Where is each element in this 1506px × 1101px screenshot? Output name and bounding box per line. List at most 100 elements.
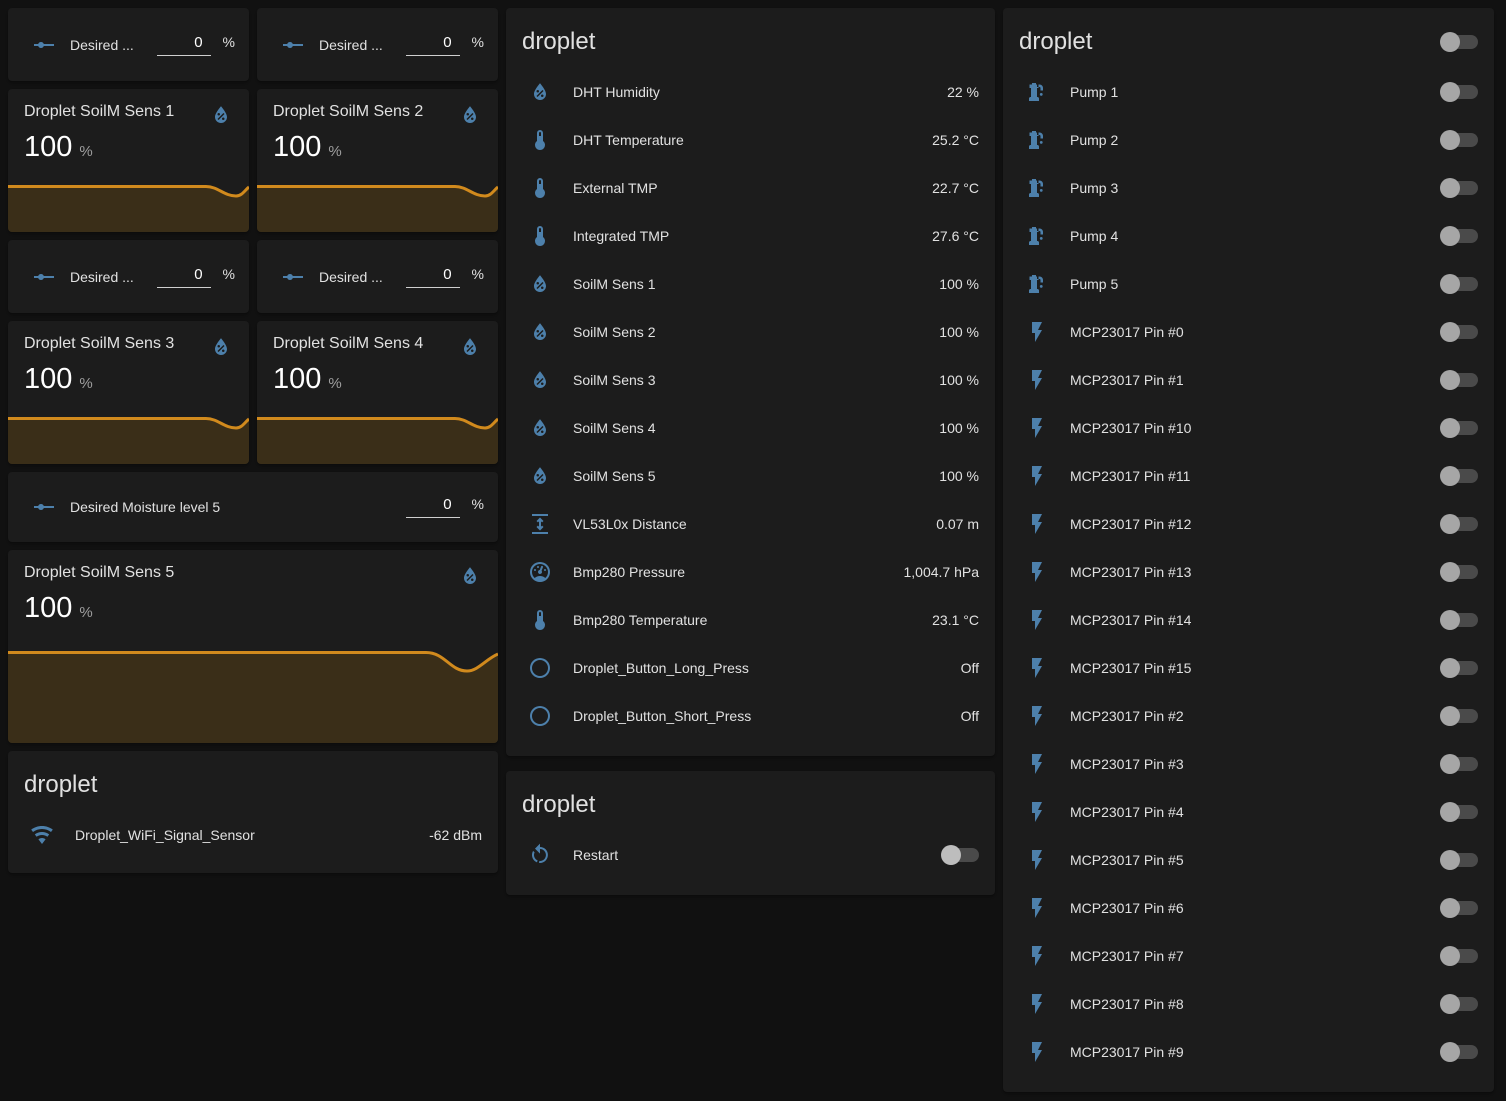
switch-row[interactable]: Pump 4: [1019, 212, 1478, 260]
desired-value-field[interactable]: 0: [157, 34, 211, 56]
entity-row[interactable]: Droplet_Button_Short_Press Off: [522, 692, 979, 740]
switch-row[interactable]: MCP23017 Pin #5: [1019, 836, 1478, 884]
entity-row[interactable]: Bmp280 Temperature 23.1 °C: [522, 596, 979, 644]
switch-row[interactable]: MCP23017 Pin #6: [1019, 884, 1478, 932]
switch-row[interactable]: MCP23017 Pin #2: [1019, 692, 1478, 740]
soil-moisture-sensor-card-2[interactable]: Droplet SoilM Sens 2 100 %: [257, 89, 498, 232]
entity-name: SoilM Sens 5: [573, 468, 655, 484]
switch-row[interactable]: MCP23017 Pin #3: [1019, 740, 1478, 788]
toggle[interactable]: [1440, 418, 1478, 438]
toggle[interactable]: [1440, 850, 1478, 870]
desired-input[interactable]: 0 %: [406, 496, 484, 518]
switch-row[interactable]: MCP23017 Pin #8: [1019, 980, 1478, 1028]
toggle[interactable]: [1440, 562, 1478, 582]
desired-value-field[interactable]: 0: [157, 266, 211, 288]
switch-row[interactable]: Pump 3: [1019, 164, 1478, 212]
entity-row[interactable]: Droplet_WiFi_Signal_Sensor -62 dBm: [24, 811, 482, 859]
toggle[interactable]: [1440, 658, 1478, 678]
water-percent-icon: [528, 320, 552, 344]
toggle[interactable]: [1440, 946, 1478, 966]
entity-row[interactable]: SoilM Sens 4 100 %: [522, 404, 979, 452]
toggle[interactable]: [1440, 130, 1478, 150]
entity-row[interactable]: Integrated TMP 27.6 °C: [522, 212, 979, 260]
flash-icon: [1025, 992, 1049, 1016]
entity-row[interactable]: SoilM Sens 1 100 %: [522, 260, 979, 308]
toggle[interactable]: [1440, 274, 1478, 294]
desired-input[interactable]: 0 %: [157, 34, 235, 56]
toggle[interactable]: [1440, 514, 1478, 534]
entity-row-restart[interactable]: Restart: [522, 831, 979, 879]
radiobox-blank-icon: [528, 704, 552, 728]
switch-row[interactable]: MCP23017 Pin #4: [1019, 788, 1478, 836]
desired-value-field[interactable]: 0: [406, 34, 460, 56]
entity-name: MCP23017 Pin #4: [1070, 804, 1184, 820]
desired-unit: %: [472, 496, 484, 512]
all-switches-toggle[interactable]: [1440, 32, 1478, 52]
entity-value: Off: [961, 708, 979, 724]
entity-name: Pump 2: [1070, 132, 1118, 148]
desired-row-2: Desired ... 0 % Desired ... 0 %: [8, 240, 498, 313]
switch-row[interactable]: Pump 5: [1019, 260, 1478, 308]
desired-value-field[interactable]: 0: [406, 496, 460, 518]
entity-name: MCP23017 Pin #8: [1070, 996, 1184, 1012]
switch-row[interactable]: Pump 1: [1019, 68, 1478, 116]
toggle[interactable]: [1440, 322, 1478, 342]
toggle[interactable]: [1440, 1042, 1478, 1062]
desired-input[interactable]: 0 %: [157, 266, 235, 288]
switch-row[interactable]: MCP23017 Pin #14: [1019, 596, 1478, 644]
entity-value: -62 dBm: [429, 827, 482, 843]
desired-input[interactable]: 0 %: [406, 34, 484, 56]
soil-moisture-sensor-card-5[interactable]: Droplet SoilM Sens 5 100 %: [8, 550, 498, 743]
flash-icon: [1025, 320, 1049, 344]
flash-icon: [1025, 752, 1049, 776]
restart-toggle[interactable]: [941, 845, 979, 865]
toggle[interactable]: [1440, 898, 1478, 918]
switch-row[interactable]: Pump 2: [1019, 116, 1478, 164]
sensor-card-title: Droplet SoilM Sens 4: [273, 335, 423, 353]
toggle[interactable]: [1440, 178, 1478, 198]
switch-row[interactable]: MCP23017 Pin #15: [1019, 644, 1478, 692]
toggle[interactable]: [1440, 226, 1478, 246]
toggle[interactable]: [1440, 370, 1478, 390]
entity-row[interactable]: SoilM Sens 3 100 %: [522, 356, 979, 404]
restart-icon: [528, 843, 552, 867]
toggle[interactable]: [1440, 754, 1478, 774]
entity-row[interactable]: VL53L0x Distance 0.07 m: [522, 500, 979, 548]
sensor-row-1: Droplet SoilM Sens 1 100 % Droplet SoilM…: [8, 89, 498, 232]
entity-row[interactable]: SoilM Sens 5 100 %: [522, 452, 979, 500]
toggle[interactable]: [1440, 802, 1478, 822]
soil-moisture-sensor-card-1[interactable]: Droplet SoilM Sens 1 100 %: [8, 89, 249, 232]
entity-row[interactable]: External TMP 22.7 °C: [522, 164, 979, 212]
toggle[interactable]: [1440, 466, 1478, 486]
entity-row[interactable]: Droplet_Button_Long_Press Off: [522, 644, 979, 692]
entity-name: Pump 5: [1070, 276, 1118, 292]
soil-moisture-sensor-card-4[interactable]: Droplet SoilM Sens 4 100 %: [257, 321, 498, 464]
entity-value: 25.2 °C: [932, 132, 979, 148]
switch-row[interactable]: MCP23017 Pin #1: [1019, 356, 1478, 404]
switch-row[interactable]: MCP23017 Pin #11: [1019, 452, 1478, 500]
entity-row[interactable]: DHT Humidity 22 %: [522, 68, 979, 116]
switch-row[interactable]: MCP23017 Pin #0: [1019, 308, 1478, 356]
switch-row[interactable]: MCP23017 Pin #13: [1019, 548, 1478, 596]
sensor-row-2: Droplet SoilM Sens 3 100 % Droplet SoilM…: [8, 321, 498, 464]
sensor-card-title: Droplet SoilM Sens 2: [273, 103, 423, 121]
flash-icon: [1025, 896, 1049, 920]
switch-row[interactable]: MCP23017 Pin #12: [1019, 500, 1478, 548]
switch-row[interactable]: MCP23017 Pin #10: [1019, 404, 1478, 452]
switch-row[interactable]: MCP23017 Pin #9: [1019, 1028, 1478, 1076]
entity-row[interactable]: Bmp280 Pressure 1,004.7 hPa: [522, 548, 979, 596]
toggle[interactable]: [1440, 706, 1478, 726]
toggle[interactable]: [1440, 82, 1478, 102]
soil-moisture-sensor-card-3[interactable]: Droplet SoilM Sens 3 100 %: [8, 321, 249, 464]
entity-row[interactable]: DHT Temperature 25.2 °C: [522, 116, 979, 164]
flash-icon: [1025, 608, 1049, 632]
desired-input[interactable]: 0 %: [406, 266, 484, 288]
entity-name: MCP23017 Pin #11: [1070, 468, 1190, 484]
entity-value: 23.1 °C: [932, 612, 979, 628]
toggle[interactable]: [1440, 994, 1478, 1014]
history-graph: [257, 416, 498, 464]
switch-row[interactable]: MCP23017 Pin #7: [1019, 932, 1478, 980]
entity-row[interactable]: SoilM Sens 2 100 %: [522, 308, 979, 356]
desired-value-field[interactable]: 0: [406, 266, 460, 288]
toggle[interactable]: [1440, 610, 1478, 630]
